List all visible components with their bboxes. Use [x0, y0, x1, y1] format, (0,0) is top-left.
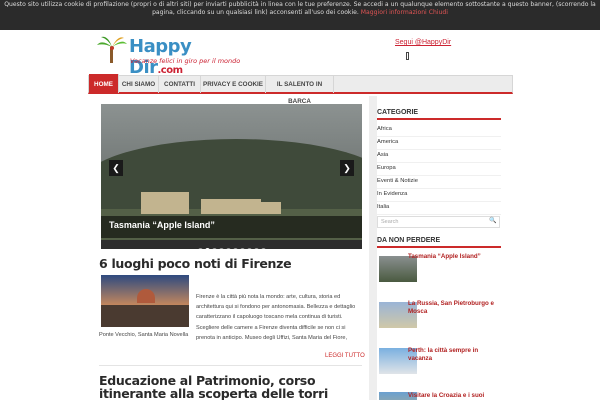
category-link-africa[interactable]: Africa: [377, 123, 501, 137]
article-title-2[interactable]: Educazione al Patrimonio, corso itineran…: [99, 374, 364, 400]
chevron-right-icon[interactable]: ❯: [340, 160, 354, 176]
slide-caption[interactable]: Tasmania “Apple Island”: [109, 220, 215, 230]
cookie-close-link[interactable]: Chiudi: [429, 9, 448, 16]
slider-dot[interactable]: [253, 248, 259, 249]
nav-item-privacy[interactable]: PRIVACY E COOKIE: [201, 76, 266, 93]
sidebar-post-title[interactable]: Perth: la città sempre in vacanza: [408, 347, 503, 362]
featured-slider[interactable]: ❮ ❯ Tasmania “Apple Island”: [101, 104, 362, 249]
logo-tagline: Vacanze felici in giro per il mondo: [130, 57, 241, 65]
slider-dot[interactable]: [246, 248, 252, 249]
main-nav: HOME CHI SIAMO CONTATTI PRIVACY E COOKIE…: [88, 74, 513, 105]
category-link-asia[interactable]: Asia: [377, 149, 501, 163]
nav-item-home[interactable]: HOME: [89, 74, 119, 93]
featured-heading: DA NON PERDERE: [377, 237, 501, 248]
nav-item-contatti[interactable]: CONTATTI: [159, 76, 201, 93]
search-input[interactable]: Search: [377, 216, 500, 228]
divider: [99, 365, 362, 366]
slider-dot[interactable]: [218, 248, 224, 249]
category-link-eventi[interactable]: Eventi & Notizie: [377, 175, 501, 189]
follow-twitter-link[interactable]: Segui @HappyDir: [395, 39, 451, 46]
nav-item-chi-siamo[interactable]: CHI SIAMO: [119, 76, 159, 93]
site-logo[interactable]: Happy Dir.com Vacanze felici in giro per…: [96, 35, 240, 78]
article-excerpt: Firenze è la città più nota la mondo: ar…: [196, 294, 356, 341]
nav-item-salento[interactable]: IL SALENTO IN BARCA: [266, 76, 334, 105]
category-link-europa[interactable]: Europa: [377, 162, 501, 176]
social-widget-placeholder: [406, 52, 409, 60]
sidebar-divider: [369, 96, 377, 400]
slider-dot[interactable]: [260, 248, 266, 249]
slider-dots: [101, 240, 362, 249]
article-title[interactable]: 6 luoghi poco noti di Firenze: [99, 256, 292, 271]
category-link-evidenza[interactable]: In Evidenza: [377, 188, 501, 202]
sidebar-post-title[interactable]: Tasmania “Apple Island”: [408, 253, 503, 261]
slider-dot[interactable]: [211, 248, 217, 249]
palm-tree-icon: [97, 36, 127, 63]
category-link-america[interactable]: America: [377, 136, 501, 150]
cookie-more-link[interactable]: Maggiori informazioni: [361, 9, 427, 16]
sidebar-post-title[interactable]: La Russia, San Pietroburgo e Mosca: [408, 300, 503, 315]
cookie-banner: Questo sito utilizza cookie di profilazi…: [0, 0, 600, 30]
cookie-text: Questo sito utilizza cookie di profilazi…: [4, 1, 596, 17]
category-link-italia[interactable]: Italia: [377, 201, 501, 215]
read-more-link[interactable]: LEGGI TUTTO: [325, 353, 365, 359]
chevron-left-icon[interactable]: ❮: [109, 160, 123, 176]
slider-dot-active[interactable]: [204, 248, 210, 249]
slider-dot[interactable]: [232, 248, 238, 249]
slider-dot[interactable]: [225, 248, 231, 249]
article-excerpt-tail: Ponte Vecchio, Santa Maria Novella: [99, 332, 189, 338]
categories-heading: CATEGORIE: [377, 109, 501, 120]
sidebar-post-title[interactable]: Visitare la Croazia e i suoi: [408, 392, 503, 400]
page: Happy Dir.com Vacanze felici in giro per…: [88, 30, 513, 400]
slider-dot[interactable]: [239, 248, 245, 249]
article-thumbnail[interactable]: [101, 275, 189, 327]
slider-dot[interactable]: [197, 248, 203, 249]
search-icon[interactable]: 🔍: [489, 218, 496, 225]
cookie-message: Questo sito utilizza cookie di profilazi…: [4, 1, 596, 16]
